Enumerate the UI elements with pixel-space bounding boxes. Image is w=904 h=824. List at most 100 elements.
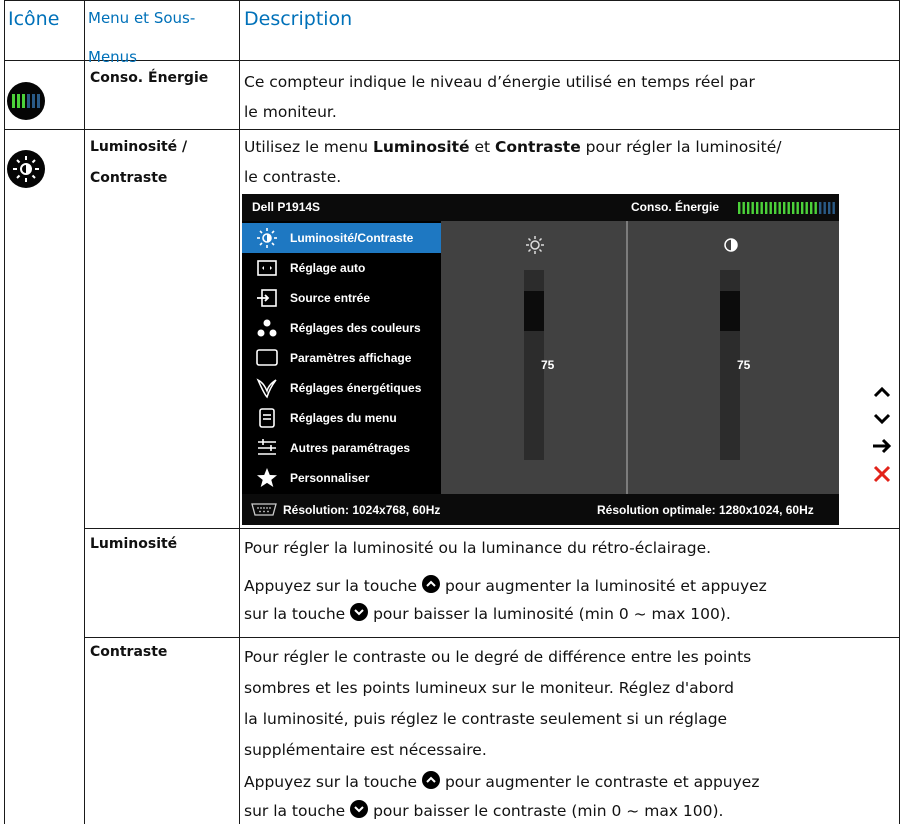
osd-top-bar: Dell P1914S Conso. Énergie bbox=[242, 194, 839, 221]
desc-text: pour régler la luminosité/ bbox=[580, 138, 782, 156]
desc-text: pour augmenter la luminosité et appuyez bbox=[444, 577, 767, 595]
desc-brightness-contrast-line1: Utilisez le menu Luminosité et Contraste… bbox=[244, 133, 781, 162]
display-settings-icon bbox=[256, 347, 278, 369]
color-settings-icon bbox=[256, 317, 278, 339]
osd-resolution: Résolution: 1024x768, 60Hz bbox=[283, 503, 441, 517]
energy-meter-bar bbox=[783, 202, 786, 214]
down-arrow-icon[interactable] bbox=[870, 407, 894, 431]
vga-connector-icon bbox=[251, 503, 277, 516]
brightness-contrast-icon bbox=[7, 150, 45, 188]
osd-menu-item-label: Réglage auto bbox=[290, 261, 366, 275]
table-rule bbox=[84, 637, 900, 638]
osd-panel-divider bbox=[626, 221, 628, 494]
desc-energy-line1: Ce compteur indique le niveau d’énergie … bbox=[244, 73, 755, 91]
energy-meter-bar bbox=[810, 202, 813, 214]
energy-meter-bar bbox=[765, 202, 768, 214]
brightness-icon bbox=[256, 227, 278, 249]
label-energy: Conso. Énergie bbox=[90, 70, 209, 86]
energy-meter-icon bbox=[7, 82, 45, 120]
label-brightness-contrast-line2: Contraste bbox=[90, 170, 168, 186]
energy-meter-bar bbox=[778, 202, 781, 214]
right-arrow-icon[interactable] bbox=[870, 434, 894, 458]
table-rule bbox=[4, 60, 900, 61]
desc-brightness-line1: Pour régler la luminosité ou la luminanc… bbox=[244, 539, 712, 557]
brightness-value: 75 bbox=[541, 358, 555, 372]
osd-menu-item[interactable]: Luminosité/Contraste bbox=[242, 223, 441, 253]
energy-meter-bar bbox=[787, 202, 790, 214]
osd-energy-meter bbox=[738, 202, 835, 214]
brightness-slider-handle[interactable] bbox=[524, 291, 544, 331]
input-source-icon bbox=[256, 287, 278, 309]
desc-text: sur la touche bbox=[244, 802, 346, 820]
energy-meter-bar bbox=[823, 202, 826, 214]
energy-meter-bar bbox=[756, 202, 759, 214]
osd-menu-item-label: Personnaliser bbox=[290, 471, 370, 485]
table-rule bbox=[84, 528, 900, 529]
osd-menu-item-label: Luminosité/Contraste bbox=[290, 231, 414, 245]
desc-bold-brightness: Luminosité bbox=[373, 138, 470, 156]
energy-meter-bar bbox=[819, 202, 822, 214]
osd-menu-item-label: Réglages énergétiques bbox=[290, 381, 422, 395]
header-menu-line1: Menu et Sous- bbox=[88, 9, 196, 27]
table-rule bbox=[84, 0, 85, 824]
osd-menu-item[interactable]: Paramètres affichage bbox=[242, 343, 441, 373]
desc-bold-contrast: Contraste bbox=[495, 138, 581, 156]
energy-meter-bar bbox=[792, 202, 795, 214]
osd-menu-item-label: Réglages du menu bbox=[290, 411, 397, 425]
osd-menu-item[interactable]: Réglages énergétiques bbox=[242, 373, 441, 403]
energy-settings-icon bbox=[256, 377, 278, 399]
osd-menu-item[interactable]: Réglages du menu bbox=[242, 403, 441, 433]
auto-adjust-icon bbox=[256, 257, 278, 279]
table-rule bbox=[4, 0, 5, 824]
desc-text: et bbox=[469, 138, 495, 156]
label-contrast: Contraste bbox=[90, 644, 168, 660]
osd-documentation-page: Icône Menu et Sous- Menus Description Co… bbox=[4, 0, 900, 824]
desc-brightness-line3: sur la touche pour baisser la luminosité… bbox=[244, 600, 731, 629]
osd-menu-item[interactable]: Personnaliser bbox=[242, 463, 441, 493]
osd-status-bar: Résolution: 1024x768, 60Hz Résolution op… bbox=[242, 494, 839, 525]
osd-main-panel: Luminosité/Contraste Réglage auto Source e… bbox=[242, 221, 839, 494]
energy-meter-bar bbox=[814, 202, 817, 214]
other-settings-icon bbox=[256, 437, 278, 459]
contrast-slider-handle[interactable] bbox=[720, 291, 740, 331]
desc-contrast-line2: sombres et les points lumineux sur le mo… bbox=[244, 679, 734, 697]
osd-menu-item[interactable]: Source entrée bbox=[242, 283, 441, 313]
osd-menu-item-label: Autres paramétrages bbox=[290, 441, 411, 455]
osd-menu-item[interactable]: Réglages des couleurs bbox=[242, 313, 441, 343]
energy-meter-bar bbox=[796, 202, 799, 214]
up-button-icon bbox=[422, 771, 441, 789]
energy-meter-bar bbox=[774, 202, 777, 214]
desc-brightness-contrast-line2: le contraste. bbox=[244, 168, 342, 186]
brightness-sun-icon bbox=[526, 236, 544, 254]
osd-menu-item-label: Réglages des couleurs bbox=[290, 321, 421, 335]
header-icon: Icône bbox=[8, 8, 60, 30]
osd-adjust-panel: 75 75 bbox=[441, 221, 839, 494]
osd-menu-item-label: Source entrée bbox=[290, 291, 371, 305]
desc-text: Utilisez le menu bbox=[244, 138, 373, 156]
osd-menu-item[interactable]: Autres paramétrages bbox=[242, 433, 441, 463]
energy-meter-bar bbox=[751, 202, 754, 214]
desc-text: Appuyez sur la touche bbox=[244, 577, 418, 595]
osd-menu-item-label: Paramètres affichage bbox=[290, 351, 412, 365]
desc-energy-line2: le moniteur. bbox=[244, 103, 337, 121]
label-brightness: Luminosité bbox=[90, 536, 178, 552]
energy-meter-bar bbox=[738, 202, 741, 214]
desc-brightness-line2: Appuyez sur la touche pour augmenter la … bbox=[244, 572, 767, 601]
desc-text: pour baisser la luminosité (min 0 ~ max … bbox=[373, 605, 731, 623]
osd-energy-label: Conso. Énergie bbox=[631, 200, 720, 214]
desc-text: pour baisser le contraste (min 0 ~ max 1… bbox=[373, 802, 724, 820]
header-description: Description bbox=[244, 8, 353, 30]
desc-contrast-line4: supplémentaire est nécessaire. bbox=[244, 741, 487, 759]
energy-meter-bar bbox=[769, 202, 772, 214]
desc-contrast-line6: sur la touche pour baisser le contraste … bbox=[244, 797, 723, 824]
energy-meter-bar bbox=[742, 202, 745, 214]
star-icon bbox=[256, 467, 278, 489]
up-arrow-icon[interactable] bbox=[870, 380, 894, 404]
osd-menu-item[interactable]: Réglage auto bbox=[242, 253, 441, 283]
desc-contrast-line3: la luminosité, puis réglez le contraste … bbox=[244, 710, 728, 728]
desc-contrast-line5: Appuyez sur la touche pour augmenter le … bbox=[244, 768, 759, 797]
up-button-icon bbox=[422, 575, 441, 593]
down-button-icon bbox=[350, 800, 369, 818]
close-icon[interactable] bbox=[870, 462, 894, 486]
energy-meter-bar bbox=[805, 202, 808, 214]
